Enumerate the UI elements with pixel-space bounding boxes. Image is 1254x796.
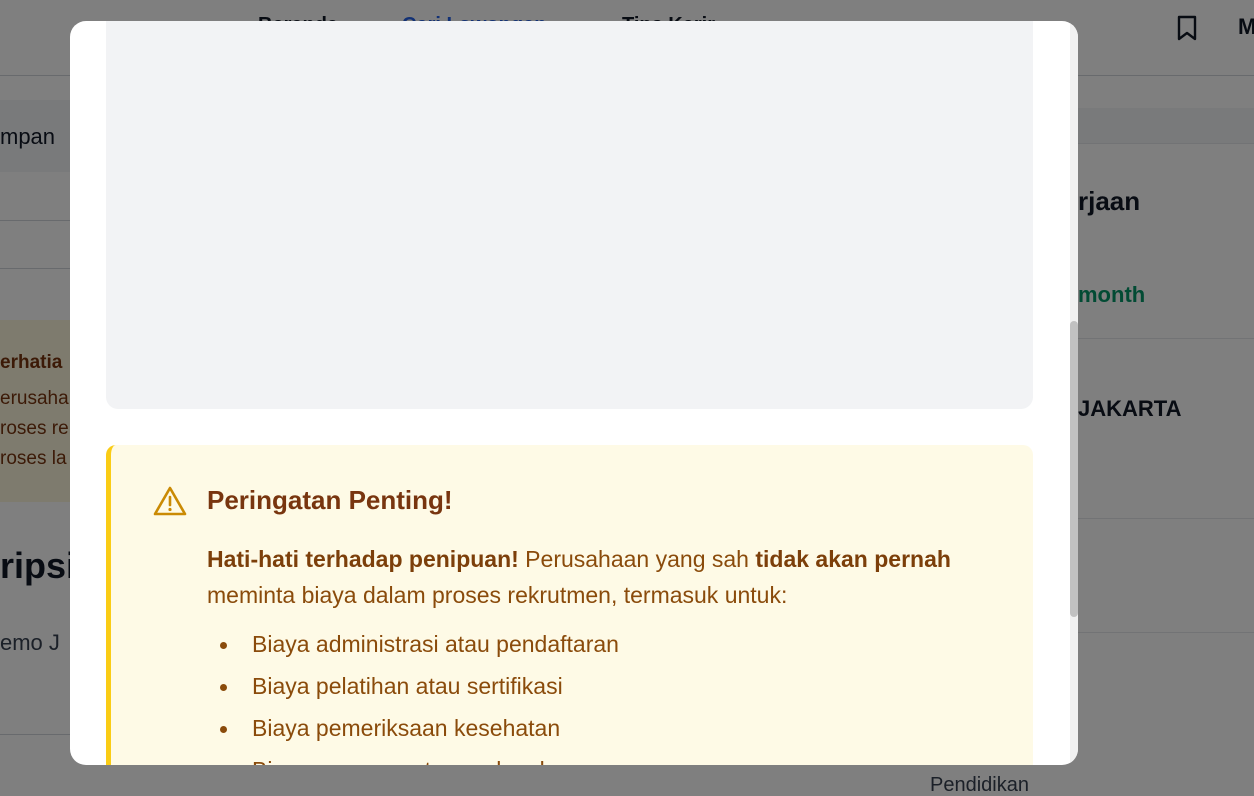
modal-scrollbar[interactable] [1070,21,1078,765]
fee-list: Biaya administrasi atau pendaftaran Biay… [207,623,619,765]
list-item: Biaya administrasi atau pendaftaran [207,623,619,665]
warning-title: Peringatan Penting! [207,485,453,515]
warning-text: Perusahaan yang sah [518,546,756,572]
warning-text: meminta biaya dalam proses rekrutmen, te… [207,582,788,608]
media-placeholder [106,21,1033,409]
warning-body: Hati-hati terhadap penipuan! Perusahaan … [207,541,967,613]
warning-emphasis: Hati-hati terhadap penipuan! [207,546,519,572]
list-item: Biaya pemeriksaan kesehatan [207,707,619,749]
fraud-warning-box: Peringatan Penting! Hati-hati terhadap p… [106,445,1033,765]
warning-emphasis: tidak akan pernah [755,546,951,572]
warning-triangle-icon [153,486,187,516]
modal-content: Peringatan Penting! Hati-hati terhadap p… [70,21,1070,765]
job-detail-modal: Peringatan Penting! Hati-hati terhadap p… [70,21,1078,765]
scrollbar-thumb[interactable] [1070,321,1078,617]
list-item: Biaya seragam atau perlengkapan [207,749,619,765]
list-item: Biaya pelatihan atau sertifikasi [207,665,619,707]
